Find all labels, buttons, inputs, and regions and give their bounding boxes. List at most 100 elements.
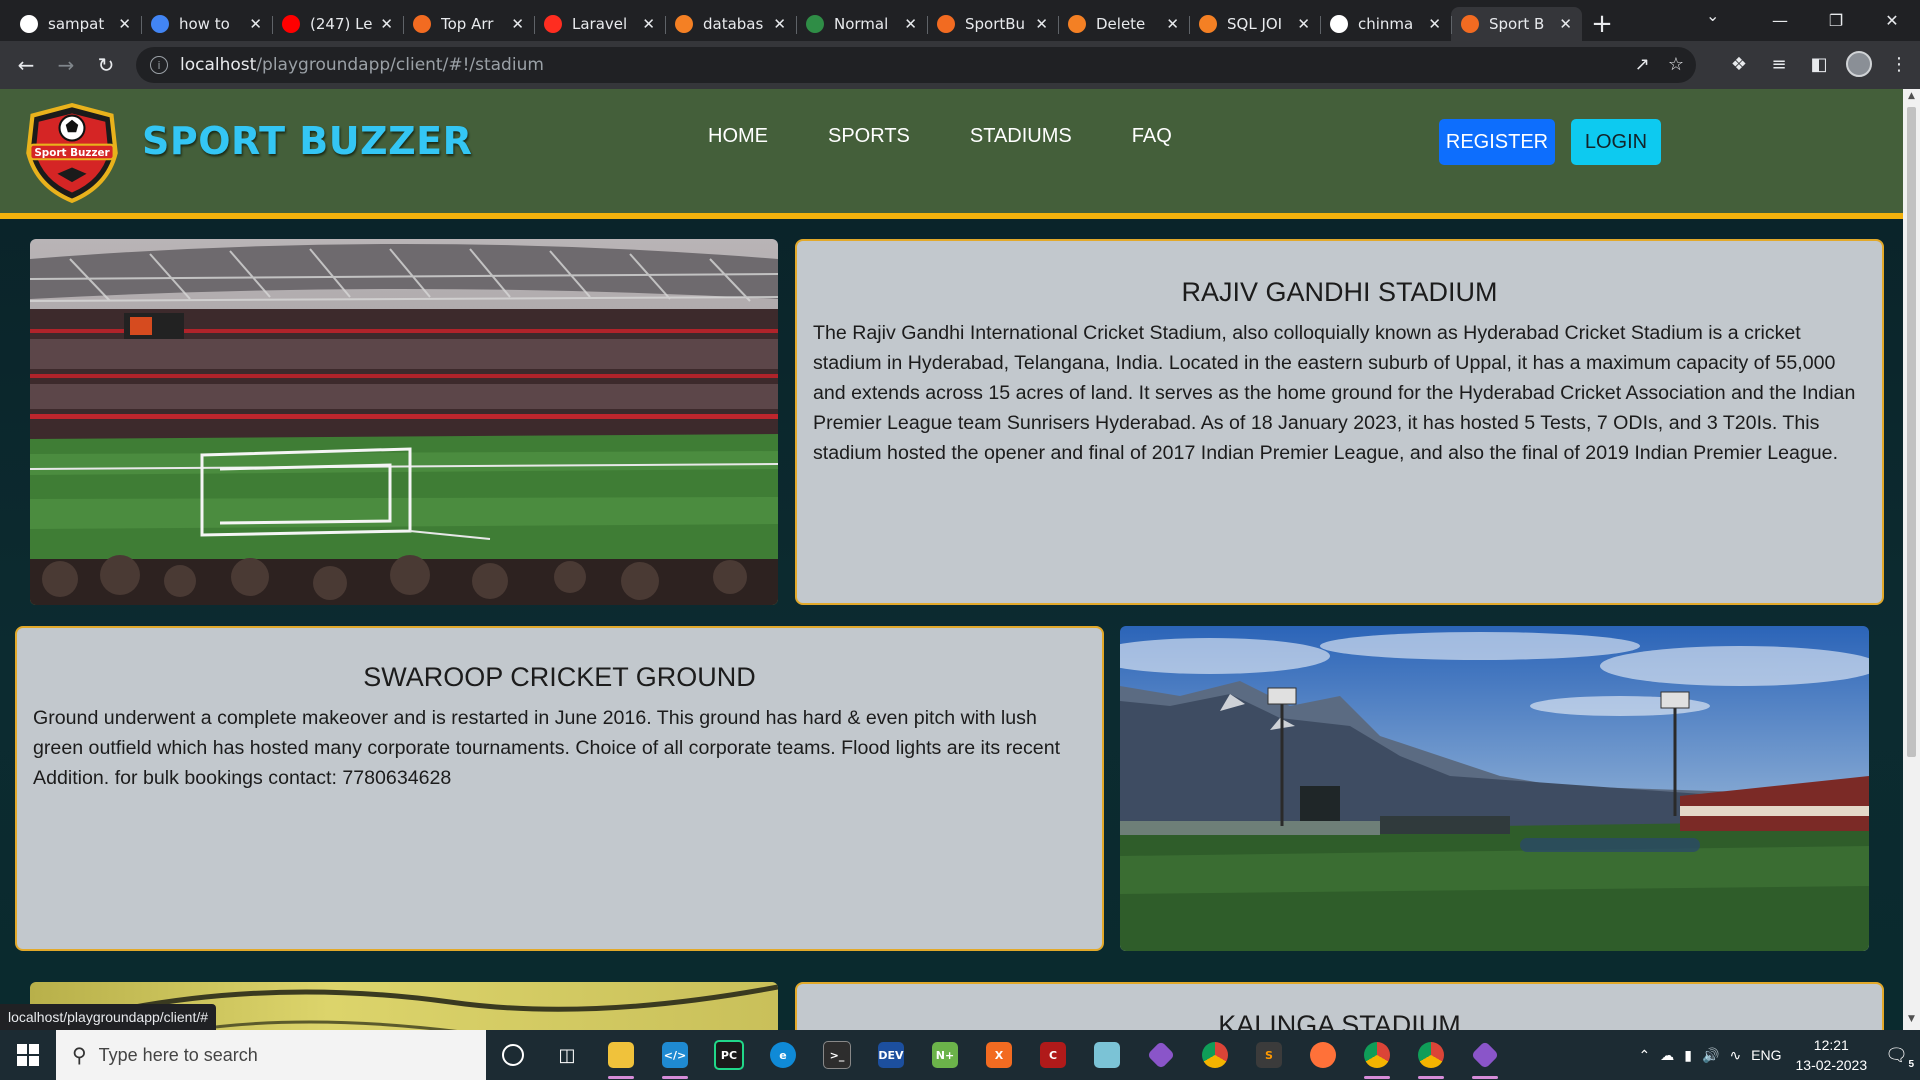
tab-close-icon[interactable]: ✕	[1559, 15, 1572, 33]
back-button[interactable]: ←	[6, 45, 46, 85]
side-panel-icon[interactable]: ◧	[1806, 49, 1832, 79]
tab-title: Normal	[834, 15, 889, 33]
tab-title: SportBu	[965, 15, 1026, 33]
scroll-down-arrow[interactable]: ▼	[1903, 1014, 1920, 1028]
chrome-profile-2-icon[interactable]	[1404, 1030, 1458, 1080]
nav-home[interactable]: HOME	[708, 125, 768, 148]
scroll-up-arrow[interactable]: ▲	[1903, 91, 1920, 105]
vscode-icon[interactable]: </>	[648, 1030, 702, 1080]
battery-icon[interactable]: ▮	[1684, 1047, 1692, 1064]
tab-close-icon[interactable]: ✕	[380, 15, 393, 33]
onedrive-icon[interactable]: ☁	[1660, 1047, 1674, 1064]
site-info-icon[interactable]: i	[150, 56, 168, 74]
url-host: localhost	[180, 55, 257, 75]
window-controls: — ❐ ✕	[1752, 0, 1920, 41]
tab-title: Top Arr	[441, 15, 494, 33]
brand-name[interactable]: SPORT BUZZER	[142, 119, 472, 163]
file-explorer-icon[interactable]	[594, 1030, 648, 1080]
git-gui-2-icon[interactable]	[1458, 1030, 1512, 1080]
site-header: Sport Buzzer SPORT BUZZER HOME SPORTS ST…	[0, 89, 1903, 219]
tab-close-icon[interactable]: ✕	[904, 15, 917, 33]
address-bar[interactable]: i localhost/playgroundapp/client/#!/stad…	[136, 47, 1696, 83]
page-viewport: Sport Buzzer SPORT BUZZER HOME SPORTS ST…	[0, 89, 1903, 1030]
nav-sports[interactable]: SPORTS	[828, 125, 910, 148]
sublime-icon[interactable]: S	[1242, 1030, 1296, 1080]
forward-button[interactable]: →	[46, 45, 86, 85]
reading-list-icon[interactable]: ≡	[1766, 49, 1792, 79]
rajiv-gandhi-stadium-photo	[30, 239, 778, 605]
browser-tab[interactable]: Delete ✕	[1058, 7, 1189, 41]
notepad-plus-icon[interactable]: N+	[918, 1030, 972, 1080]
page-scrollbar[interactable]: ▲ ▼	[1903, 89, 1920, 1030]
browser-tab[interactable]: chinma ✕	[1320, 7, 1451, 41]
bookmark-star-icon[interactable]: ☆	[1668, 54, 1684, 75]
chrome-icon[interactable]	[1188, 1030, 1242, 1080]
tab-close-icon[interactable]: ✕	[1428, 15, 1441, 33]
nav-faq[interactable]: FAQ	[1132, 125, 1172, 148]
git-gui-icon[interactable]	[1134, 1030, 1188, 1080]
stadium-card-kalinga: KALINGA STADIUM	[795, 982, 1884, 1030]
pycharm-icon[interactable]: PC	[702, 1030, 756, 1080]
taskbar-search[interactable]: ⚲ Type here to search	[56, 1030, 486, 1080]
google-icon	[151, 15, 169, 33]
reload-button[interactable]: ↻	[86, 45, 126, 85]
tab-title: databas	[703, 15, 764, 33]
chevron-up-icon[interactable]: ⌃	[1639, 1047, 1651, 1064]
language-indicator[interactable]: ENG	[1751, 1047, 1781, 1063]
stackoverflow-icon	[1068, 15, 1086, 33]
terminal-icon[interactable]: >_	[810, 1030, 864, 1080]
tab-search-icon[interactable]: ⌄	[1706, 6, 1719, 25]
volume-icon[interactable]: 🔊	[1702, 1047, 1719, 1064]
profile-avatar[interactable]	[1846, 49, 1872, 79]
scrollbar-thumb[interactable]	[1907, 107, 1916, 757]
devc-icon[interactable]: DEV	[864, 1030, 918, 1080]
task-view-icon[interactable]: ◫	[540, 1030, 594, 1080]
browser-tab[interactable]: (247) Le ✕	[272, 7, 403, 41]
firefox-icon[interactable]	[1296, 1030, 1350, 1080]
cortana-icon[interactable]	[486, 1030, 540, 1080]
browser-tab[interactable]: SQL JOI ✕	[1189, 7, 1320, 41]
start-button[interactable]	[0, 1030, 56, 1080]
tab-close-icon[interactable]: ✕	[642, 15, 655, 33]
tab-close-icon[interactable]: ✕	[249, 15, 262, 33]
extensions-icon[interactable]: ❖	[1726, 49, 1752, 79]
notes-icon[interactable]	[1080, 1030, 1134, 1080]
tab-close-icon[interactable]: ✕	[118, 15, 131, 33]
stadium-title: RAJIV GANDHI STADIUM	[1181, 277, 1498, 307]
browser-tab[interactable]: how to ✕	[141, 7, 272, 41]
menu-icon[interactable]: ⋮	[1886, 49, 1912, 79]
tab-close-icon[interactable]: ✕	[1297, 15, 1310, 33]
browser-tab[interactable]: Laravel ✕	[534, 7, 665, 41]
browser-tab[interactable]: Normal ✕	[796, 7, 927, 41]
sportbuzzer-icon	[937, 15, 955, 33]
tab-close-icon[interactable]: ✕	[1166, 15, 1179, 33]
tab-close-icon[interactable]: ✕	[511, 15, 524, 33]
tab-title: SQL JOI	[1227, 15, 1283, 33]
tab-title: chinma	[1358, 15, 1414, 33]
edge-icon[interactable]: e	[756, 1030, 810, 1080]
turbo-c-icon[interactable]: C	[1026, 1030, 1080, 1080]
browser-tab[interactable]: Top Arr ✕	[403, 7, 534, 41]
register-button[interactable]: REGISTER	[1439, 119, 1555, 165]
restore-button[interactable]: ❐	[1808, 0, 1864, 41]
xampp-icon[interactable]: X	[972, 1030, 1026, 1080]
wifi-icon[interactable]: ∿	[1729, 1047, 1741, 1064]
stackoverflow-icon	[675, 15, 693, 33]
nav-stadiums[interactable]: STADIUMS	[970, 125, 1072, 148]
browser-tab[interactable]: SportBu ✕	[927, 7, 1058, 41]
tab-close-icon[interactable]: ✕	[773, 15, 786, 33]
chrome-profile-icon[interactable]	[1350, 1030, 1404, 1080]
minimize-button[interactable]: —	[1752, 0, 1808, 41]
sport-buzzer-logo[interactable]: Sport Buzzer	[20, 101, 124, 205]
login-button[interactable]: LOGIN	[1571, 119, 1661, 165]
clock[interactable]: 12:21 13-02-2023	[1796, 1035, 1868, 1075]
browser-tab[interactable]: Sport B ✕	[1451, 7, 1582, 41]
tab-close-icon[interactable]: ✕	[1035, 15, 1048, 33]
browser-tab[interactable]: databas ✕	[665, 7, 796, 41]
share-icon[interactable]: ↗	[1635, 54, 1650, 75]
tab-list: sampat ✕ how to ✕ (247) Le ✕ Top Arr ✕ Laravel ✕ d…	[0, 0, 1582, 41]
close-window-button[interactable]: ✕	[1864, 0, 1920, 41]
new-tab-button[interactable]: +	[1582, 7, 1622, 41]
browser-tab[interactable]: sampat ✕	[10, 7, 141, 41]
notification-icon[interactable]: 🗨 5	[1885, 1045, 1914, 1070]
